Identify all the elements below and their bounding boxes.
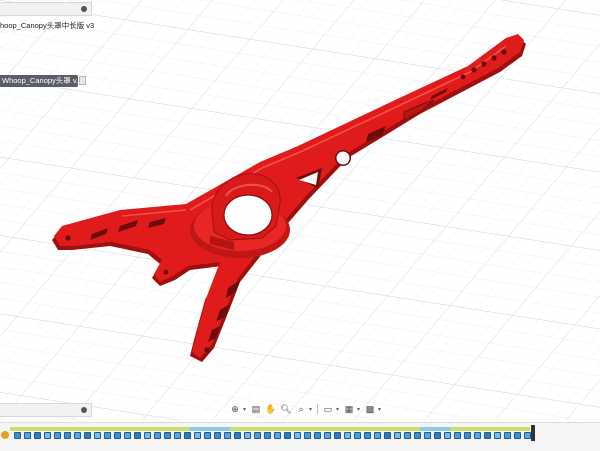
timeline-feature-icon[interactable]	[434, 432, 441, 439]
timeline-feature-icon[interactable]	[234, 432, 241, 439]
timeline-feature-icon[interactable]	[364, 432, 371, 439]
timeline-feature-icon[interactable]	[254, 432, 261, 439]
grid-settings-icon[interactable]: ▩	[363, 403, 377, 415]
navigation-toolbar: ⊕ ▾ ▤ ✋ 🔍︎ ⌕ ▾ ▭ ▾ ▦ ▾ ▩ ▾	[228, 402, 383, 416]
timeline-feature-icon[interactable]	[444, 432, 451, 439]
timeline-feature-icon[interactable]	[524, 432, 531, 439]
display-settings-icon[interactable]: ▭	[321, 403, 335, 415]
timeline-feature-icon[interactable]	[374, 432, 381, 439]
look-at-icon[interactable]: ▤	[249, 403, 263, 415]
timeline-feature-icon[interactable]	[204, 432, 211, 439]
timeline-feature-icon[interactable]	[74, 432, 81, 439]
timeline-feature-icon[interactable]	[264, 432, 271, 439]
timeline-feature-icon[interactable]	[404, 432, 411, 439]
toolbar-divider	[317, 404, 318, 414]
canvas-viewport[interactable]	[0, 0, 600, 450]
timeline-feature-icon[interactable]	[174, 432, 181, 439]
component-options-icon[interactable]	[79, 76, 86, 85]
timeline-feature-icon[interactable]	[384, 432, 391, 439]
timeline-feature-icon[interactable]	[214, 432, 221, 439]
timeline-feature-icon[interactable]	[114, 432, 121, 439]
timeline-feature-icon[interactable]	[14, 432, 21, 439]
timeline-feature-icon[interactable]	[274, 432, 281, 439]
timeline-feature-icon[interactable]	[324, 432, 331, 439]
timeline-feature-icon[interactable]	[474, 432, 481, 439]
chevron-down-icon[interactable]: ▾	[336, 406, 341, 413]
timeline-feature-icon[interactable]	[284, 432, 291, 439]
timeline-feature-icon[interactable]	[194, 432, 201, 439]
timeline-feature-icon[interactable]	[354, 432, 361, 439]
timeline-feature-icon[interactable]	[54, 432, 61, 439]
fit-icon[interactable]: ⌕	[294, 403, 308, 415]
timeline-feature-icon[interactable]	[424, 432, 431, 439]
design-title: hoop_Canopy头罩中长版 v3	[0, 21, 95, 30]
timeline-feature-icon[interactable]	[514, 432, 521, 439]
chevron-down-icon[interactable]: ▾	[243, 406, 248, 413]
timeline-feature-icon[interactable]	[134, 432, 141, 439]
timeline-feature-icon[interactable]	[104, 432, 111, 439]
zoom-icon[interactable]: 🔍︎	[279, 403, 293, 415]
timeline-feature-icon[interactable]	[484, 432, 491, 439]
comments-panel-header[interactable]	[0, 403, 92, 417]
visual-style-icon[interactable]: ▦	[342, 403, 356, 415]
timeline-feature-icon[interactable]	[414, 432, 421, 439]
timeline-feature-icon[interactable]	[244, 432, 251, 439]
timeline-feature-icon[interactable]	[344, 432, 351, 439]
timeline-feature-icon[interactable]	[164, 432, 171, 439]
browser-panel-header[interactable]	[0, 2, 92, 16]
timeline-track	[10, 427, 530, 431]
panel-toggle-icon[interactable]	[81, 407, 87, 413]
timeline-feature-icon[interactable]	[24, 432, 31, 439]
timeline-feature-icon[interactable]	[294, 432, 301, 439]
timeline-feature-icon[interactable]	[454, 432, 461, 439]
timeline-feature-icon[interactable]	[94, 432, 101, 439]
timeline-feature-icon[interactable]	[144, 432, 151, 439]
timeline-feature-icon[interactable]	[394, 432, 401, 439]
chevron-down-icon[interactable]: ▾	[309, 406, 314, 413]
timeline-feature-icon[interactable]	[504, 432, 511, 439]
timeline[interactable]	[0, 422, 600, 451]
pan-icon[interactable]: ✋	[264, 403, 278, 415]
timeline-feature-icon[interactable]	[304, 432, 311, 439]
timeline-marker[interactable]	[531, 425, 535, 441]
timeline-feature-icon[interactable]	[84, 432, 91, 439]
timeline-feature-icon[interactable]	[494, 432, 501, 439]
timeline-feature-icon[interactable]	[224, 432, 231, 439]
timeline-feature-icon[interactable]	[44, 432, 51, 439]
chevron-down-icon[interactable]: ▾	[357, 406, 362, 413]
chevron-down-icon[interactable]: ▾	[378, 406, 383, 413]
panel-toggle-icon[interactable]	[81, 6, 87, 12]
timeline-feature-icon[interactable]	[34, 432, 41, 439]
timeline-feature-icon[interactable]	[154, 432, 161, 439]
timeline-feature-icon[interactable]	[464, 432, 471, 439]
timeline-feature-icon[interactable]	[184, 432, 191, 439]
timeline-feature-icon[interactable]	[334, 432, 341, 439]
timeline-feature-icon[interactable]	[314, 432, 321, 439]
orbit-icon[interactable]: ⊕	[228, 403, 242, 415]
timeline-feature-icon[interactable]	[124, 432, 131, 439]
component-item[interactable]: Whoop_Canopy头罩 v...	[0, 75, 78, 87]
timeline-rewind-icon[interactable]	[1, 431, 9, 439]
timeline-feature-icon[interactable]	[64, 432, 71, 439]
